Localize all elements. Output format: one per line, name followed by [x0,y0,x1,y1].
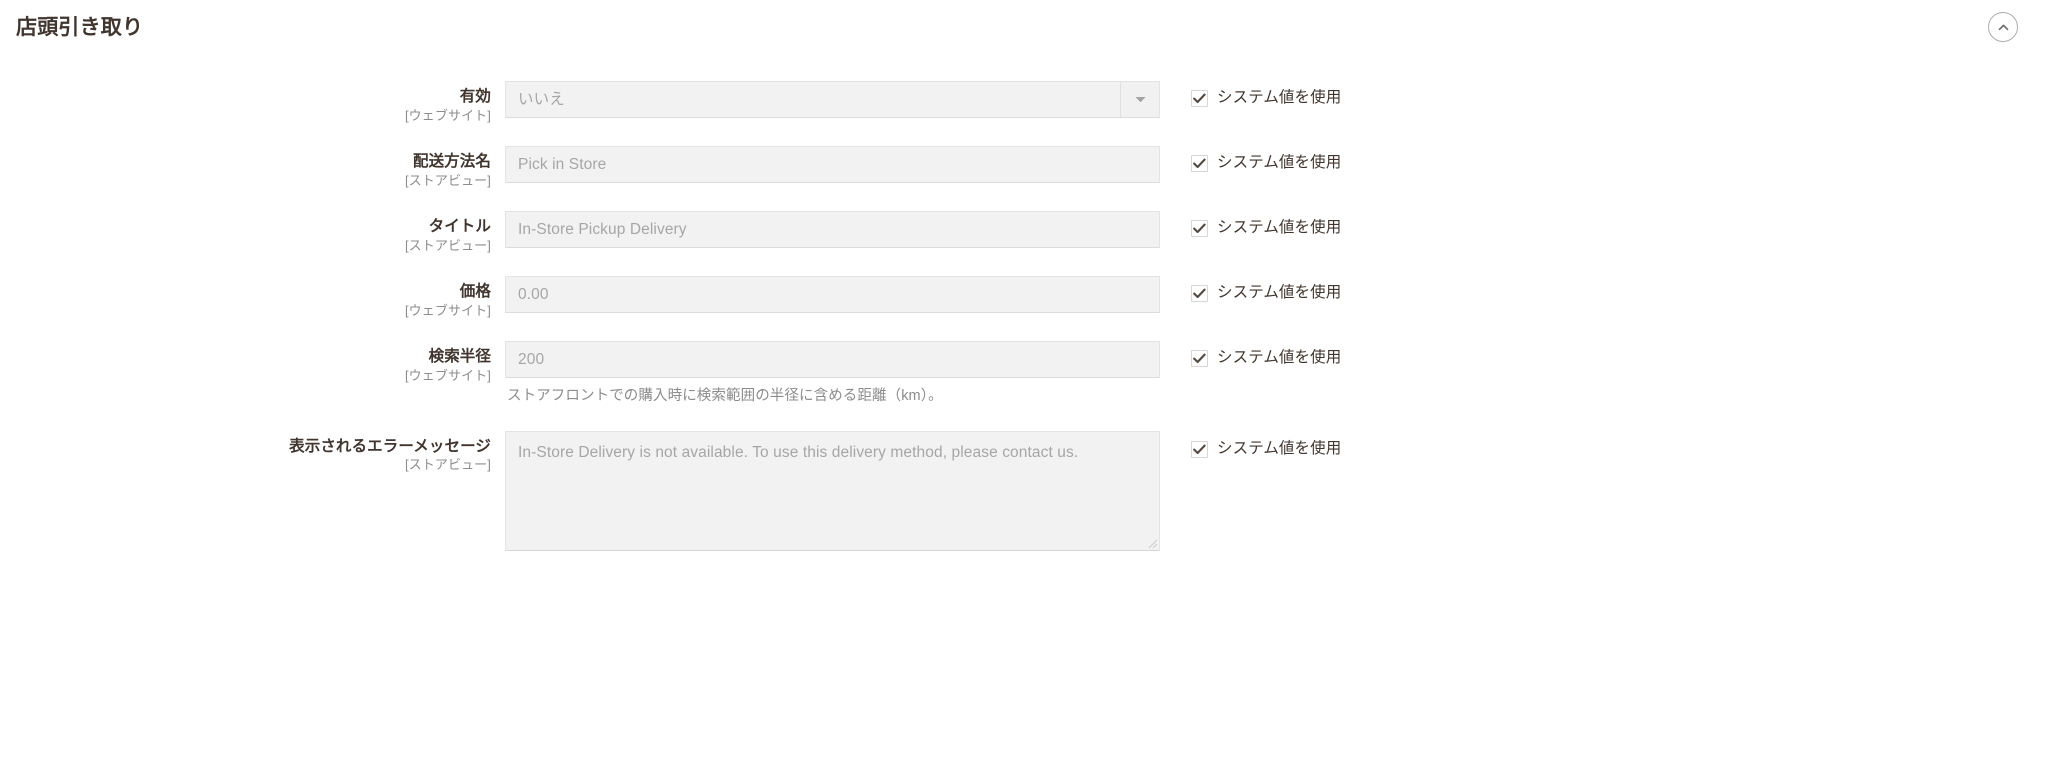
field-label-text: 有効 [459,88,491,105]
page-title: 店頭引き取り [16,15,144,39]
use-system-value-search-radius[interactable]: システム値を使用 [1160,341,1341,368]
search-radius-note: ストアフロントでの購入時に検索範囲の半径に含める距離（km）。 [507,388,943,405]
enabled-select[interactable]: いいえ [505,81,1160,118]
use-system-value-label[interactable]: システム値を使用 [1217,219,1341,238]
field-control-search-radius: 200 ストアフロントでの購入時に検索範囲の半径に含める距離（km）。 [505,341,1160,406]
field-control-enabled: いいえ [505,81,1160,118]
field-scope-text: [ストアビュー] [404,237,491,253]
field-scope-text: [ストアビュー] [404,457,491,473]
use-system-value-enabled[interactable]: システム値を使用 [1160,81,1341,108]
field-label-error-message: 表示されるエラーメッセージ [ストアビュー] [0,431,505,474]
use-system-value-label[interactable]: システム値を使用 [1217,89,1341,108]
use-system-value-label[interactable]: システム値を使用 [1217,440,1341,459]
field-label-enabled: 有効 [ウェブサイト] [0,81,505,124]
field-control-price: 0.00 [505,276,1160,314]
field-row-price: 価格 [ウェブサイト] 0.00 システム値を使用 [0,276,2048,319]
field-scope-text: [ウェブサイト] [404,107,491,123]
use-system-value-label[interactable]: システム値を使用 [1217,284,1341,303]
method-name-input[interactable]: Pick in Store [505,146,1160,184]
field-scope-text: [ストアビュー] [404,172,491,188]
checkbox-checked-icon[interactable] [1191,285,1208,303]
chevron-down-icon[interactable] [1120,82,1159,117]
field-label-text: 価格 [459,283,491,301]
title-input[interactable]: In-Store Pickup Delivery [505,211,1160,249]
field-label-search-radius: 検索半径 [ウェブサイト] [0,341,505,384]
use-system-value-label[interactable]: システム値を使用 [1217,154,1341,173]
field-row-enabled: 有効 [ウェブサイト] いいえ システム値を使用 [0,81,2048,124]
search-radius-input[interactable]: 200 [505,341,1160,379]
field-label-price: 価格 [ウェブサイト] [0,276,505,319]
checkbox-checked-icon[interactable] [1191,350,1208,368]
checkbox-checked-icon[interactable] [1191,90,1208,107]
field-label-text: 検索半径 [428,348,491,366]
section-header[interactable]: 店頭引き取り [0,0,2048,54]
field-control-title: In-Store Pickup Delivery [505,211,1160,249]
checkbox-checked-icon[interactable] [1191,220,1208,238]
field-row-method-name: 配送方法名 [ストアビュー] Pick in Store システム値を使用 [0,146,2048,189]
field-label-method-name: 配送方法名 [ストアビュー] [0,146,505,189]
price-input[interactable]: 0.00 [505,276,1160,314]
field-label-text: タイトル [428,218,491,236]
use-system-value-method-name[interactable]: システム値を使用 [1160,146,1341,173]
error-message-textarea[interactable]: In-Store Delivery is not available. To u… [505,430,1160,551]
use-system-value-label[interactable]: システム値を使用 [1217,349,1341,368]
field-label-text: 配送方法名 [412,153,491,171]
field-label-text: 表示されるエラーメッセージ [289,437,491,455]
field-scope-text: [ウェブサイト] [404,303,491,319]
chevron-up-circle-icon[interactable] [1988,12,2018,42]
field-row-search-radius: 検索半径 [ウェブサイト] 200 ストアフロントでの購入時に検索範囲の半径に含… [0,341,2048,406]
error-message-wrap: In-Store Delivery is not available. To u… [505,430,1160,551]
field-control-method-name: Pick in Store [505,146,1160,184]
use-system-value-price[interactable]: システム値を使用 [1160,276,1341,303]
use-system-value-title[interactable]: システム値を使用 [1160,211,1341,238]
pick-in-store-fieldset: 有効 [ウェブサイト] いいえ システム値を使用 配送方法名 [ストアビュー] … [0,54,2048,551]
checkbox-checked-icon[interactable] [1191,155,1208,173]
field-scope-text: [ウェブサイト] [404,368,491,384]
checkbox-checked-icon[interactable] [1191,440,1208,458]
enabled-select-value: いいえ [518,91,565,108]
field-row-error-message: 表示されるエラーメッセージ [ストアビュー] In-Store Delivery… [0,430,2048,551]
field-row-title: タイトル [ストアビュー] In-Store Pickup Delivery シ… [0,211,2048,254]
use-system-value-error-message[interactable]: システム値を使用 [1160,431,1341,459]
field-label-title: タイトル [ストアビュー] [0,211,505,254]
field-control-error-message: In-Store Delivery is not available. To u… [505,430,1160,551]
